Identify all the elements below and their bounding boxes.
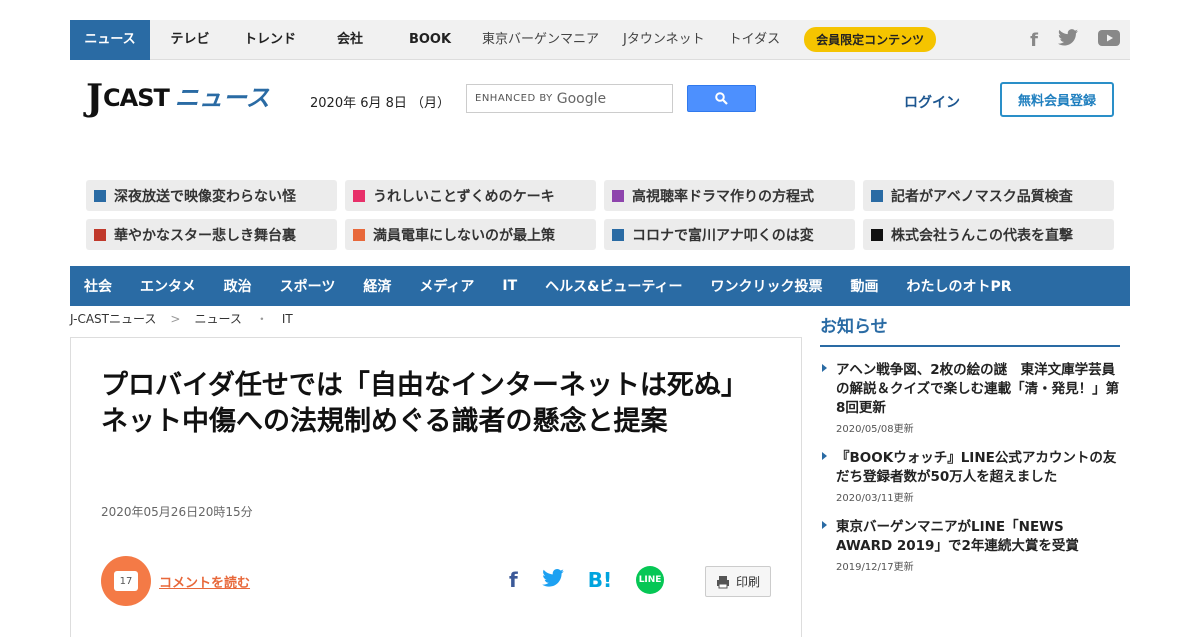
search-input[interactable]: ENHANCED BY Google <box>466 84 673 113</box>
headline-marker-icon <box>353 228 365 241</box>
headline-marker-icon <box>94 189 106 202</box>
article-date: 2020年05月26日20時15分 <box>101 505 253 519</box>
headline-marker-icon <box>353 189 365 202</box>
headline-text: コロナで富川アナ叩くのは変 <box>632 227 814 244</box>
current-date: 2020年 6月 8日 （月） <box>310 96 451 111</box>
sidebar-news-title: アヘン戦争図、2枚の絵の謎 東洋文庫学芸員の解説＆クイズで楽しむ連載「清・発見！… <box>836 362 1120 416</box>
headline-item[interactable]: うれしいことずくめのケーキ <box>345 180 596 211</box>
topnav-news[interactable]: ニュース <box>70 19 150 60</box>
news-sidebar: お知らせ アヘン戦争図、2枚の絵の謎 東洋文庫学芸員の解説＆クイズで楽しむ連載「… <box>820 312 1120 573</box>
headline-text: 高視聴率ドラマ作りの方程式 <box>632 188 814 205</box>
headline-item[interactable]: コロナで富川アナ叩くのは変 <box>604 219 855 250</box>
comment-count: 17 <box>114 571 138 591</box>
headline-text: 記者がアベノマスク品質検査 <box>891 188 1073 205</box>
search-enhanced-label: ENHANCED BY <box>475 93 553 104</box>
triangle-bullet-icon <box>822 452 827 460</box>
youtube-icon[interactable] <box>1098 29 1120 51</box>
print-label: 印刷 <box>735 575 760 589</box>
category-health-beauty[interactable]: ヘルス&ビューティー <box>545 276 682 296</box>
category-media[interactable]: メディア <box>419 276 474 296</box>
logo-news: ニュース <box>174 84 270 112</box>
topnav-company[interactable]: 会社 <box>310 20 390 60</box>
topnav-trend[interactable]: トレンド <box>230 20 310 60</box>
register-button[interactable]: 無料会員登録 <box>1000 82 1114 117</box>
article-title: プロバイダ任せでは「自由なインターネットは死ぬ」 ネット中傷への法規制めぐる識者… <box>101 370 762 437</box>
topnav-toidas[interactable]: トイダス <box>717 20 792 60</box>
headline-text: 華やかなスター悲しき舞台裏 <box>114 227 296 244</box>
headline-text: 満員電車にしないのが最上策 <box>373 227 555 244</box>
login-link[interactable]: ログイン <box>904 92 960 112</box>
line-share-icon[interactable]: LINE <box>636 566 665 594</box>
headline-marker-icon <box>612 189 624 202</box>
sidebar-news-title: 『BOOKウォッチ』LINE公式アカウントの友だち登録者数が50万人を超えました <box>836 450 1117 485</box>
logo-j: J <box>86 77 104 119</box>
triangle-bullet-icon <box>822 521 827 529</box>
top-nav: ニュース テレビ トレンド 会社 BOOK 東京バーゲンマニア Jタウンネット … <box>70 19 1130 60</box>
site-header: J CAST ニュース 2020年 6月 8日 （月） ENHANCED BY … <box>70 60 1130 306</box>
category-otopr[interactable]: わたしのオトPR <box>907 276 1012 296</box>
sidebar-news-date: 2020/05/08更新 <box>836 424 914 435</box>
sidebar-news-item[interactable]: 東京バーゲンマニアがLINE「NEWS AWARD 2019」で2年連続大賞を受… <box>820 518 1120 573</box>
breadcrumb-home[interactable]: J-CASTニュース <box>70 310 156 327</box>
printer-icon <box>716 575 729 588</box>
category-sports[interactable]: スポーツ <box>280 276 336 296</box>
twitter-share-icon[interactable] <box>541 569 564 591</box>
topnav-jtown[interactable]: Jタウンネット <box>611 20 717 60</box>
headline-text: 株式会社うんこの代表を直撃 <box>891 227 1073 244</box>
sidebar-news-title: 東京バーゲンマニアがLINE「NEWS AWARD 2019」で2年連続大賞を受… <box>836 519 1079 554</box>
headline-item[interactable]: 高視聴率ドラマ作りの方程式 <box>604 180 855 211</box>
triangle-bullet-icon <box>822 364 827 372</box>
category-society[interactable]: 社会 <box>84 276 112 296</box>
headline-marker-icon <box>612 228 624 241</box>
article: プロバイダ任せでは「自由なインターネットは死ぬ」 ネット中傷への法規制めぐる識者… <box>70 337 802 637</box>
sidebar-news-item[interactable]: アヘン戦争図、2枚の絵の謎 東洋文庫学芸員の解説＆クイズで楽しむ連載「清・発見！… <box>820 361 1120 435</box>
comment-count-icon[interactable]: 17 <box>101 556 151 606</box>
twitter-icon[interactable] <box>1058 29 1078 51</box>
category-entame[interactable]: エンタメ <box>140 276 196 296</box>
search-google-label: Google <box>556 90 607 107</box>
breadcrumb-section[interactable]: ニュース <box>194 310 241 327</box>
headline-marker-icon <box>871 228 883 241</box>
headline-grid: 深夜放送で映像変わらない怪 うれしいことずくめのケーキ 高視聴率ドラマ作りの方程… <box>86 180 1116 250</box>
print-button[interactable]: 印刷 <box>705 566 771 597</box>
share-buttons: f B! LINE <box>509 566 665 594</box>
breadcrumb-separator: > <box>170 311 181 326</box>
hatena-bookmark-icon[interactable]: B! <box>588 568 612 592</box>
breadcrumb: J-CASTニュース > ニュース ・ IT <box>70 310 293 327</box>
topnav-bargain[interactable]: 東京バーゲンマニア <box>470 20 611 60</box>
sidebar-news-date: 2020/03/11更新 <box>836 493 914 504</box>
breadcrumb-dot: ・ <box>255 312 268 326</box>
headline-text: うれしいことずくめのケーキ <box>373 188 555 205</box>
headline-marker-icon <box>94 228 106 241</box>
topnav-book[interactable]: BOOK <box>390 20 470 60</box>
sidebar-news-item[interactable]: 『BOOKウォッチ』LINE公式アカウントの友だち登録者数が50万人を超えました… <box>820 449 1120 504</box>
sidebar-heading: お知らせ <box>820 312 1120 347</box>
headline-marker-icon <box>871 189 883 202</box>
facebook-icon[interactable]: f <box>1030 30 1038 51</box>
headline-item[interactable]: 華やかなスター悲しき舞台裏 <box>86 219 337 250</box>
headline-item[interactable]: 記者がアベノマスク品質検査 <box>863 180 1114 211</box>
category-it[interactable]: IT <box>502 278 517 294</box>
headline-item[interactable]: 満員電車にしないのが最上策 <box>345 219 596 250</box>
social-links: f <box>1030 20 1120 60</box>
category-poll[interactable]: ワンクリック投票 <box>711 276 823 296</box>
facebook-share-icon[interactable]: f <box>509 568 518 592</box>
member-content-button[interactable]: 会員限定コンテンツ <box>804 27 937 52</box>
sidebar-news-date: 2019/12/17更新 <box>836 562 914 573</box>
breadcrumb-sub[interactable]: IT <box>282 312 293 326</box>
category-nav: 社会 エンタメ 政治 スポーツ 経済 メディア IT ヘルス&ビューティー ワン… <box>70 266 1130 306</box>
category-video[interactable]: 動画 <box>851 276 879 296</box>
headline-text: 深夜放送で映像変わらない怪 <box>114 188 296 205</box>
category-economy[interactable]: 経済 <box>363 276 391 296</box>
topnav-tv[interactable]: テレビ <box>150 20 230 60</box>
search-button[interactable] <box>687 85 756 112</box>
jcast-logo[interactable]: J CAST ニュース <box>86 78 270 118</box>
logo-cast: CAST <box>103 84 170 112</box>
read-comments-link[interactable]: コメントを読む <box>159 572 250 591</box>
category-politics[interactable]: 政治 <box>224 276 252 296</box>
page-header: ニュース テレビ トレンド 会社 BOOK 東京バーゲンマニア Jタウンネット … <box>70 19 1130 306</box>
headline-item[interactable]: 深夜放送で映像変わらない怪 <box>86 180 337 211</box>
search-icon <box>715 92 728 105</box>
headline-item[interactable]: 株式会社うんこの代表を直撃 <box>863 219 1114 250</box>
